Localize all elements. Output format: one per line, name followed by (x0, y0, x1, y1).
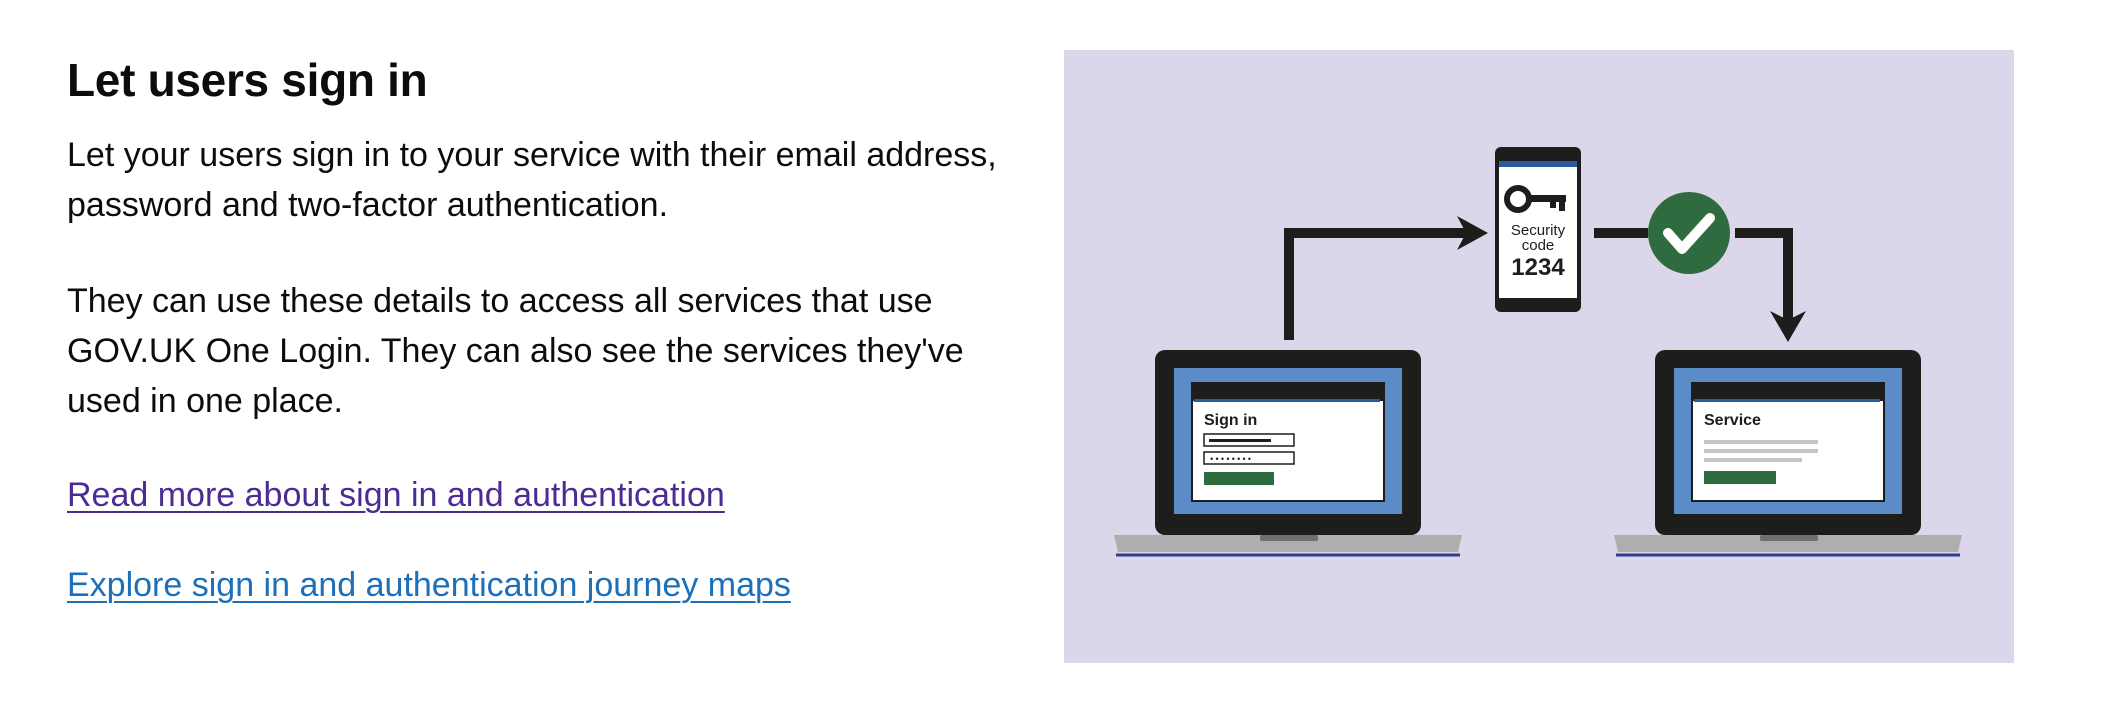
laptop-icon: Service (1614, 350, 1962, 557)
arrow-icon (1284, 216, 1488, 340)
laptop-icon: Sign in •••••••• (1114, 350, 1462, 557)
content-column: Let users sign in Let your users sign in… (67, 48, 1027, 650)
intro-paragraph: Let your users sign in to your service w… (67, 136, 997, 224)
details-paragraph: They can use these details to access all… (67, 282, 964, 420)
journey-maps-link[interactable]: Explore sign in and authentication journ… (67, 560, 791, 610)
arrow-icon (1735, 228, 1806, 342)
read-more-link[interactable]: Read more about sign in and authenticati… (67, 470, 725, 520)
section-heading: Let users sign in (67, 54, 428, 106)
sign-in-illustration: Security code 1234 Sign in •••••••• Serv… (1064, 50, 2014, 663)
svg-text:••••••••: •••••••• (1209, 455, 1252, 465)
security-code: 1234 (1511, 254, 1565, 281)
phone-label-line2: code (1522, 237, 1555, 254)
check-icon (1648, 192, 1730, 274)
service-screen-label: Service (1704, 412, 1761, 429)
signin-screen-label: Sign in (1204, 412, 1257, 429)
phone-icon: Security code 1234 (1495, 147, 1581, 312)
illustration-svg: Security code 1234 Sign in •••••••• Serv… (1114, 147, 1962, 557)
